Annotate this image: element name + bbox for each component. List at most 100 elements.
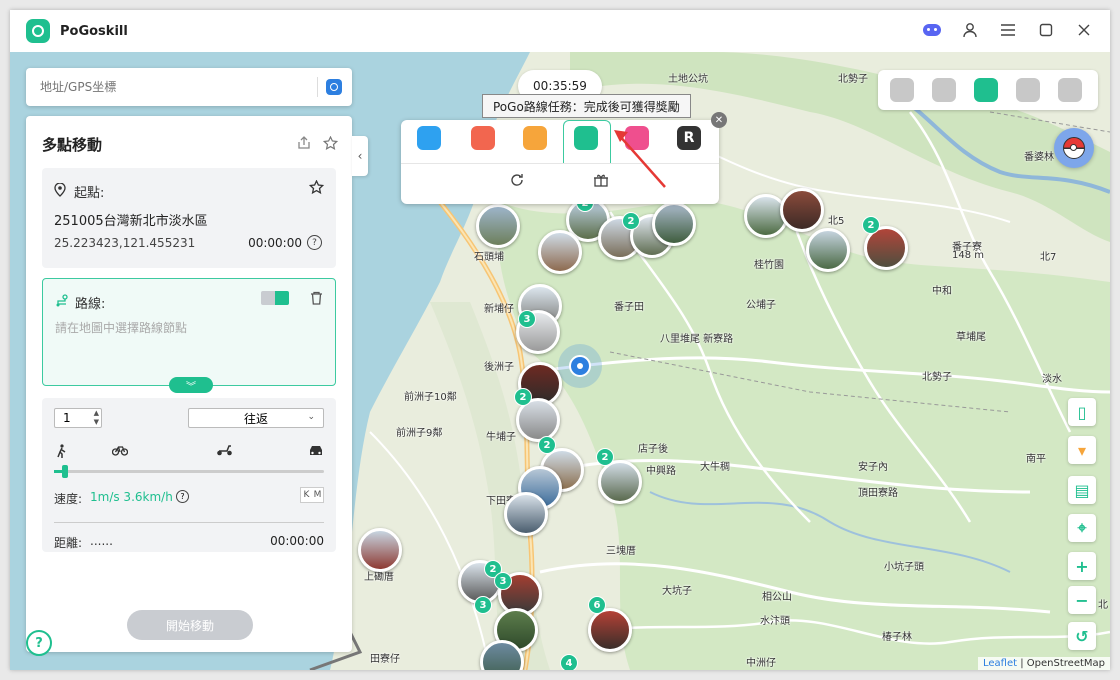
cluster-count[interactable]: 2 xyxy=(538,436,556,454)
menu-icon[interactable] xyxy=(998,20,1018,40)
star-icon[interactable] xyxy=(308,179,325,199)
export-icon[interactable] xyxy=(297,136,311,155)
map-label: 水汴頭 xyxy=(760,616,790,627)
map-photo-marker[interactable] xyxy=(358,528,402,572)
collapse-panel-icon[interactable]: ‹ xyxy=(352,136,368,176)
search-input[interactable] xyxy=(38,79,302,95)
location-icon[interactable] xyxy=(523,126,547,150)
cluster-count[interactable]: 2 xyxy=(514,388,532,406)
two-point-mode-icon[interactable] xyxy=(932,78,956,102)
search-icon[interactable] xyxy=(326,79,342,95)
route-type-toggle[interactable] xyxy=(261,291,289,305)
unit-k[interactable]: K xyxy=(301,488,312,502)
map-photo-marker[interactable] xyxy=(780,188,824,232)
loop-count-stepper[interactable]: 1 ▲ ▼ xyxy=(54,408,102,428)
map-label: 田寮仔 xyxy=(370,654,400,665)
map-label: 三塊厝 xyxy=(606,546,636,557)
start-address: 251005台灣新北市淡水區 xyxy=(54,214,208,229)
closed-loop-icon[interactable] xyxy=(261,291,275,305)
stepper-arrows-icon[interactable]: ▲ ▼ xyxy=(94,409,99,427)
scooter-icon[interactable] xyxy=(216,444,233,460)
map-photo-marker[interactable] xyxy=(598,460,642,504)
map-photo-marker[interactable] xyxy=(588,608,632,652)
unit-toggle[interactable]: K M xyxy=(300,487,324,503)
leaflet-link[interactable]: Leaflet xyxy=(983,658,1017,669)
cluster-count[interactable]: 3 xyxy=(518,310,536,328)
route-card[interactable]: 路線: 請在地圖中選擇路線節點 ︾ xyxy=(42,278,336,393)
bicycle-icon[interactable] xyxy=(111,444,129,460)
arrow-annotation xyxy=(614,130,666,188)
speed-slider-handle[interactable] xyxy=(61,465,68,478)
discord-icon[interactable] xyxy=(922,20,942,40)
route-task-icon[interactable] xyxy=(574,126,598,150)
map-label: 牛埔子 xyxy=(486,432,516,443)
start-point-card: 起點: 251005台灣新北市淡水區 25.223423,121.455231 … xyxy=(42,168,336,268)
zoom-in-icon[interactable]: + xyxy=(1068,552,1096,580)
joystick-mode-icon[interactable] xyxy=(1016,78,1040,102)
refresh-icon[interactable] xyxy=(509,172,525,192)
map-photo-marker[interactable] xyxy=(504,492,548,536)
open-path-icon[interactable] xyxy=(275,291,289,305)
speed-value: 1m/s 3.6km/h xyxy=(90,490,173,504)
map-attribution: Leaflet | OpenStreetMap xyxy=(977,657,1110,670)
route-icon xyxy=(55,293,69,312)
pogo-icon[interactable] xyxy=(417,126,441,150)
cluster-count[interactable]: 2 xyxy=(596,448,614,466)
cluster-count[interactable]: 3 xyxy=(494,572,512,590)
close-icon[interactable] xyxy=(1074,20,1094,40)
map-label: 相公山 xyxy=(762,592,792,603)
app-window: PoGoskill 土地公坑 北勢子 石頭埔 桂竹園 番子寮 148 m 北7 … xyxy=(10,10,1110,670)
help-icon[interactable]: ? xyxy=(26,630,52,656)
gift-icon[interactable] xyxy=(593,172,609,192)
cluster-count[interactable]: 2 xyxy=(622,212,640,230)
account-icon[interactable] xyxy=(960,20,980,40)
map-label: 148 m xyxy=(952,250,985,261)
map-photo-marker[interactable] xyxy=(806,228,850,272)
saved-folder-icon[interactable]: ▤ xyxy=(1068,476,1096,504)
locate-icon[interactable]: ⌖ xyxy=(1068,514,1096,542)
map-canvas[interactable]: 土地公坑 北勢子 石頭埔 桂竹園 番子寮 148 m 北7 番子田 公埔子 新埔… xyxy=(10,52,1110,670)
unit-m[interactable]: M xyxy=(312,488,323,502)
distance-label: 距離: xyxy=(54,536,83,550)
map-photo-marker[interactable] xyxy=(652,202,696,246)
osm-link[interactable]: OpenStreetMap xyxy=(1027,658,1105,669)
device-icon[interactable]: ▯ xyxy=(1068,398,1096,426)
loop-count-value: 1 xyxy=(63,411,71,425)
map-photo-marker[interactable] xyxy=(476,204,520,248)
walk-icon[interactable] xyxy=(56,444,68,463)
map-label: 番子田 xyxy=(614,302,644,313)
pokeball-icon[interactable] xyxy=(1054,128,1094,168)
trash-icon[interactable] xyxy=(310,291,323,309)
location-pin-icon xyxy=(54,182,66,201)
teleport-mode-icon[interactable] xyxy=(890,78,914,102)
help-icon[interactable]: ? xyxy=(307,235,322,250)
map-label: 北 xyxy=(1098,600,1108,611)
map-label: 店子後 xyxy=(638,444,668,455)
reset-icon[interactable]: ↺ xyxy=(1068,622,1096,650)
route-mode-select[interactable]: 往返 ⌄ xyxy=(188,408,324,428)
maximize-icon[interactable] xyxy=(1036,20,1056,40)
cluster-count[interactable]: 4 xyxy=(560,654,578,670)
outfit-icon[interactable]: ▾ xyxy=(1068,436,1096,464)
expand-chevron-icon[interactable]: ︾ xyxy=(169,377,213,393)
speed-slider[interactable] xyxy=(54,465,324,478)
close-icon[interactable]: ✕ xyxy=(711,112,727,128)
map-label: 土地公坑 xyxy=(668,74,708,85)
map-photo-marker[interactable] xyxy=(538,230,582,274)
cluster-count[interactable]: 2 xyxy=(862,216,880,234)
help-icon[interactable]: ? xyxy=(176,490,189,503)
start-moving-button[interactable]: 開始移動 xyxy=(127,610,253,640)
zoom-out-icon[interactable]: − xyxy=(1068,586,1096,614)
settings-mode-icon[interactable] xyxy=(1058,78,1082,102)
multi-point-mode-icon[interactable] xyxy=(974,78,998,102)
favorite-add-icon[interactable] xyxy=(322,135,339,155)
speed-label: 速度: xyxy=(54,492,83,506)
r-icon[interactable]: R xyxy=(677,126,701,150)
cluster-count[interactable]: 3 xyxy=(474,596,492,614)
car-icon[interactable] xyxy=(308,444,324,461)
route-label: 路線: xyxy=(75,297,106,312)
map-label: 中和 xyxy=(932,286,952,297)
map-label: 北5 xyxy=(828,216,845,227)
monster-icon[interactable] xyxy=(471,126,495,150)
cluster-count[interactable]: 6 xyxy=(588,596,606,614)
